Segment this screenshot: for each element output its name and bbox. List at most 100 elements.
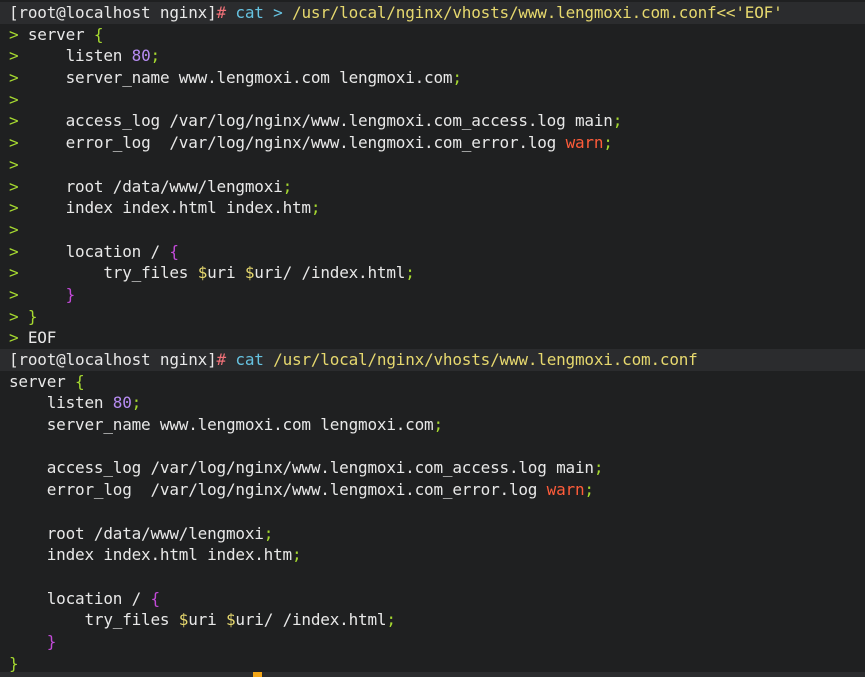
terminal-line: > error_log /var/log/nginx/www.lengmoxi.… bbox=[0, 132, 865, 154]
terminal-text: > bbox=[9, 198, 66, 218]
terminal-text: location / bbox=[9, 588, 151, 608]
terminal-text: > bbox=[9, 284, 66, 304]
terminal-line: > index index.html index.htm; bbox=[0, 197, 865, 219]
terminal-text: ; bbox=[282, 176, 293, 196]
terminal-text: > bbox=[9, 68, 66, 88]
terminal-text: cat bbox=[235, 350, 274, 369]
terminal-text: } bbox=[65, 284, 76, 304]
terminal-text: [root@localhost nginx] bbox=[9, 3, 217, 22]
terminal-line: > EOF bbox=[0, 327, 865, 349]
terminal-line: > root /data/www/lengmoxi; bbox=[0, 176, 865, 198]
terminal-line: > server { bbox=[0, 24, 865, 46]
terminal-text: $ bbox=[178, 610, 189, 630]
terminal-line: > } bbox=[0, 306, 865, 328]
terminal-text: access_log /var/log/nginx/www.lengmoxi.c… bbox=[9, 458, 594, 478]
terminal-text: > bbox=[9, 89, 19, 109]
terminal-text: { bbox=[75, 371, 85, 391]
terminal-text: uri bbox=[188, 610, 226, 630]
terminal-text: warn bbox=[565, 133, 604, 153]
terminal-text: warn bbox=[546, 480, 585, 500]
terminal-line: error_log /var/log/nginx/www.lengmoxi.co… bbox=[0, 479, 865, 501]
terminal-text: # bbox=[216, 350, 236, 369]
terminal-line: server { bbox=[0, 371, 865, 393]
terminal-line: server_name www.lengmoxi.com lengmoxi.co… bbox=[0, 414, 865, 436]
terminal-text: EOF bbox=[27, 328, 57, 348]
terminal-text: ; bbox=[433, 415, 443, 435]
terminal-line: > bbox=[0, 219, 865, 241]
terminal-text: /usr/local/nginx/vhosts/www.lengmoxi.com… bbox=[273, 350, 698, 369]
terminal-line: listen 80; bbox=[0, 392, 865, 414]
terminal-line: > listen 80; bbox=[0, 45, 865, 67]
terminal-line: index index.html index.htm; bbox=[0, 544, 865, 566]
terminal-text: > bbox=[9, 154, 19, 174]
terminal-text: server bbox=[27, 24, 94, 44]
terminal-text: try_files bbox=[103, 263, 198, 283]
terminal-text: cat bbox=[235, 3, 274, 22]
terminal-line: } bbox=[0, 631, 865, 653]
terminal-line: > server_name www.lengmoxi.com lengmoxi.… bbox=[0, 67, 865, 89]
terminal-text: root /data/www/lengmoxi bbox=[9, 523, 264, 543]
terminal-text: $ bbox=[197, 263, 208, 283]
terminal-text: ; bbox=[292, 545, 302, 565]
terminal-prompt-line: [root@localhost nginx]# cat > /usr/local… bbox=[0, 2, 865, 24]
terminal-input-line[interactable] bbox=[0, 672, 865, 677]
terminal-prompt-line: [root@localhost nginx]# cat /usr/local/n… bbox=[0, 349, 865, 371]
terminal-text: { bbox=[150, 588, 161, 608]
terminal-text: uri/ /index.html bbox=[235, 610, 387, 630]
terminal-text: # bbox=[216, 3, 236, 22]
terminal-text: 80 bbox=[112, 393, 132, 413]
terminal-text: ; bbox=[310, 198, 321, 218]
terminal-text: index index.html index.htm bbox=[65, 198, 311, 218]
terminal-text: 80 bbox=[131, 46, 151, 66]
terminal-text: ; bbox=[593, 458, 604, 478]
terminal-text: access_log /var/log/nginx/www.lengmoxi.c… bbox=[65, 111, 613, 131]
terminal-text: uri bbox=[207, 263, 245, 283]
terminal-text: root /data/www/lengmoxi bbox=[65, 176, 283, 196]
terminal-line: > } bbox=[0, 284, 865, 306]
terminal-line: > bbox=[0, 154, 865, 176]
terminal-text: server_name www.lengmoxi.com lengmoxi.co… bbox=[65, 68, 453, 88]
terminal-line: root /data/www/lengmoxi; bbox=[0, 523, 865, 545]
terminal-line: > location / { bbox=[0, 241, 865, 263]
terminal-text: ; bbox=[452, 68, 462, 88]
text-cursor bbox=[253, 672, 262, 677]
terminal-text: uri/ /index.html bbox=[254, 263, 406, 283]
terminal-line: location / { bbox=[0, 588, 865, 610]
terminal-output[interactable]: [root@localhost nginx]# cat > /usr/local… bbox=[0, 2, 865, 674]
terminal-text: /usr/local/nginx/vhosts/www.lengmoxi.com… bbox=[292, 3, 783, 22]
terminal-text: ; bbox=[603, 133, 613, 153]
terminal-line: > try_files $uri $uri/ /index.html; bbox=[0, 262, 865, 284]
terminal-line: > bbox=[0, 89, 865, 111]
terminal-text: > bbox=[9, 241, 66, 261]
terminal-text: > bbox=[9, 328, 28, 348]
terminal-text: > bbox=[9, 219, 19, 239]
terminal-text: ; bbox=[386, 610, 396, 630]
terminal-text: ; bbox=[405, 263, 415, 283]
terminal-text: server bbox=[9, 371, 76, 391]
terminal-text: listen bbox=[9, 393, 113, 413]
terminal-text: > bbox=[273, 3, 293, 22]
terminal-text: ; bbox=[131, 393, 142, 413]
terminal-text: ; bbox=[150, 46, 161, 66]
terminal-text: try_files bbox=[9, 610, 179, 630]
terminal-text: } bbox=[46, 631, 57, 651]
terminal-text: > bbox=[9, 24, 28, 44]
terminal-text: listen bbox=[65, 46, 132, 66]
terminal-text: } bbox=[9, 653, 19, 673]
terminal-text: ; bbox=[584, 480, 594, 500]
terminal-text: server_name www.lengmoxi.com lengmoxi.co… bbox=[9, 415, 434, 435]
terminal-text: ; bbox=[263, 523, 274, 543]
terminal-text: > bbox=[9, 176, 66, 196]
terminal-line: > access_log /var/log/nginx/www.lengmoxi… bbox=[0, 110, 865, 132]
terminal-text: $ bbox=[244, 263, 255, 283]
terminal-text: { bbox=[93, 24, 104, 44]
terminal-text: > bbox=[9, 133, 66, 153]
terminal-text: } bbox=[27, 306, 38, 326]
terminal-text: ; bbox=[612, 111, 623, 131]
terminal-text: location / bbox=[65, 241, 170, 261]
terminal-text: > bbox=[9, 46, 66, 66]
